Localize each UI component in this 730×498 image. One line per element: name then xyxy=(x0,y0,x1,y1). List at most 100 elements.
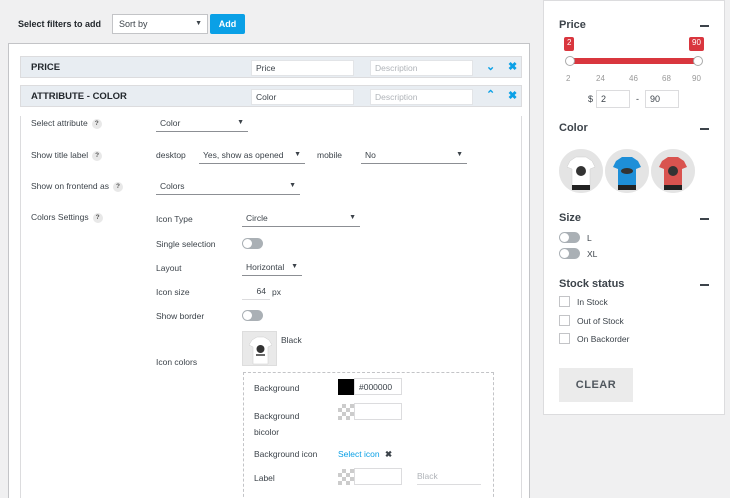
collapse-icon[interactable] xyxy=(700,128,709,130)
mobile-label: mobile xyxy=(317,150,343,160)
single-selection-label: Single selection xyxy=(156,239,216,249)
range-max-flag: 90 xyxy=(689,37,704,51)
label-input[interactable]: Black xyxy=(417,471,481,485)
price-range-track[interactable] xyxy=(569,58,699,64)
background-color-input[interactable]: #000000 xyxy=(354,378,402,395)
background-icon-label: Background icon xyxy=(254,449,318,459)
desktop-select[interactable]: Yes, show as opened ▼ xyxy=(199,149,305,164)
clear-button[interactable]: CLEAR xyxy=(559,368,633,402)
icon-size-unit: px xyxy=(272,287,281,297)
size-label-xl: XL xyxy=(587,249,598,259)
tick-label: 24 xyxy=(596,74,605,83)
color-name-input[interactable]: Color xyxy=(251,89,354,105)
color-swatch-red[interactable] xyxy=(651,149,695,193)
select-attribute-select[interactable]: Color ▼ xyxy=(156,117,248,132)
single-selection-toggle[interactable] xyxy=(242,238,263,249)
background-label: Background xyxy=(254,383,300,393)
color-swatch-white[interactable] xyxy=(559,149,603,193)
range-separator: - xyxy=(636,94,639,104)
tshirt-icon xyxy=(605,149,649,193)
help-icon[interactable]: ? xyxy=(92,150,103,161)
background-color-swatch[interactable] xyxy=(338,379,354,395)
on-backorder-checkbox[interactable] xyxy=(559,333,570,344)
filter-preview-sidebar: Price 2 90 2 24 46 68 90 $ 2 - 90 Color … xyxy=(543,0,725,415)
icon-size-label: Icon size xyxy=(156,287,190,297)
collapse-icon[interactable] xyxy=(700,284,709,286)
tick-label: 46 xyxy=(629,74,638,83)
price-title: Price xyxy=(559,19,586,31)
tick-label: 90 xyxy=(692,74,701,83)
out-of-stock-label: Out of Stock xyxy=(577,316,624,326)
show-title-label: Show title label? xyxy=(31,150,103,161)
price-name-input[interactable]: Price xyxy=(251,60,354,76)
show-border-label: Show border xyxy=(156,311,205,321)
bicolor-swatch[interactable] xyxy=(338,404,354,420)
bicolor-input[interactable] xyxy=(354,403,402,420)
price-description-input[interactable]: Description xyxy=(370,60,473,76)
size-toggle-l[interactable] xyxy=(559,232,580,243)
chevron-down-icon[interactable]: ⌄ xyxy=(486,60,495,73)
close-icon[interactable]: ✖ xyxy=(508,89,517,102)
close-icon[interactable]: ✖ xyxy=(385,449,392,460)
label-swatch[interactable] xyxy=(338,469,354,485)
stock-status-title: Stock status xyxy=(559,278,625,290)
show-border-toggle[interactable] xyxy=(242,310,263,321)
currency-symbol: $ xyxy=(588,94,594,104)
chevron-down-icon: ▼ xyxy=(237,119,244,126)
color-description-input[interactable]: Description xyxy=(370,89,473,105)
label-label: Label xyxy=(254,473,275,483)
help-icon[interactable]: ? xyxy=(91,118,102,129)
tick-label: 2 xyxy=(566,74,571,83)
filter-row-color[interactable]: ATTRIBUTE - COLOR Color Description ⌃ ✖ xyxy=(20,85,522,107)
add-button[interactable]: Add xyxy=(210,14,245,34)
filter-row-price[interactable]: PRICE Price Description ⌄ ✖ xyxy=(20,56,522,78)
color-term-thumbnail xyxy=(242,331,277,366)
color-title: Color xyxy=(559,122,588,134)
chevron-up-icon[interactable]: ⌃ xyxy=(486,88,495,101)
show-frontend-select[interactable]: Colors ▼ xyxy=(156,180,300,195)
layout-select[interactable]: Horizontal ▼ xyxy=(242,261,302,276)
select-icon-link[interactable]: Select icon xyxy=(338,449,380,459)
size-title: Size xyxy=(559,212,582,224)
range-min-flag: 2 xyxy=(564,37,575,51)
chevron-down-icon: ▼ xyxy=(456,151,463,158)
chevron-down-icon: ▼ xyxy=(195,20,202,27)
tshirt-icon xyxy=(243,332,276,365)
icon-colors-label: Icon colors xyxy=(156,357,198,367)
icon-type-label: Icon Type xyxy=(156,214,193,224)
chevron-down-icon: ▼ xyxy=(294,151,301,158)
tshirt-icon xyxy=(559,149,603,193)
in-stock-label: In Stock xyxy=(577,297,608,307)
price-max-input[interactable]: 90 xyxy=(645,90,679,108)
collapse-icon[interactable] xyxy=(700,25,709,27)
price-min-input[interactable]: 2 xyxy=(596,90,630,108)
help-icon[interactable]: ? xyxy=(112,181,123,192)
chevron-down-icon: ▼ xyxy=(289,182,296,189)
color-swatch-blue[interactable] xyxy=(605,149,649,193)
icon-color-name: Black xyxy=(281,335,302,345)
range-max-handle[interactable] xyxy=(693,56,703,66)
filter-title-price: PRICE xyxy=(31,62,61,73)
tick-label: 68 xyxy=(662,74,671,83)
desktop-label: desktop xyxy=(156,150,186,160)
size-toggle-xl[interactable] xyxy=(559,248,580,259)
chevron-down-icon: ▼ xyxy=(291,263,298,270)
colors-settings-label: Colors Settings? xyxy=(31,212,103,223)
help-icon[interactable]: ? xyxy=(92,212,103,223)
show-frontend-label: Show on frontend as? xyxy=(31,181,123,192)
range-min-handle[interactable] xyxy=(565,56,575,66)
in-stock-checkbox[interactable] xyxy=(559,296,570,307)
sort-by-select[interactable]: Sort by ▼ xyxy=(112,14,208,34)
layout-label: Layout xyxy=(156,263,182,273)
icon-size-input[interactable]: 64 xyxy=(242,285,270,300)
out-of-stock-checkbox[interactable] xyxy=(559,315,570,326)
collapse-icon[interactable] xyxy=(700,218,709,220)
size-label-l: L xyxy=(587,233,592,243)
select-attribute-label: Select attribute? xyxy=(31,118,102,129)
background-bicolor-label: Background bicolor xyxy=(254,411,300,437)
mobile-select[interactable]: No ▼ xyxy=(361,149,467,164)
close-icon[interactable]: ✖ xyxy=(508,60,517,73)
label-color-input[interactable] xyxy=(354,468,402,485)
select-filters-label: Select filters to add xyxy=(18,19,102,29)
icon-type-select[interactable]: Circle ▼ xyxy=(242,212,360,227)
